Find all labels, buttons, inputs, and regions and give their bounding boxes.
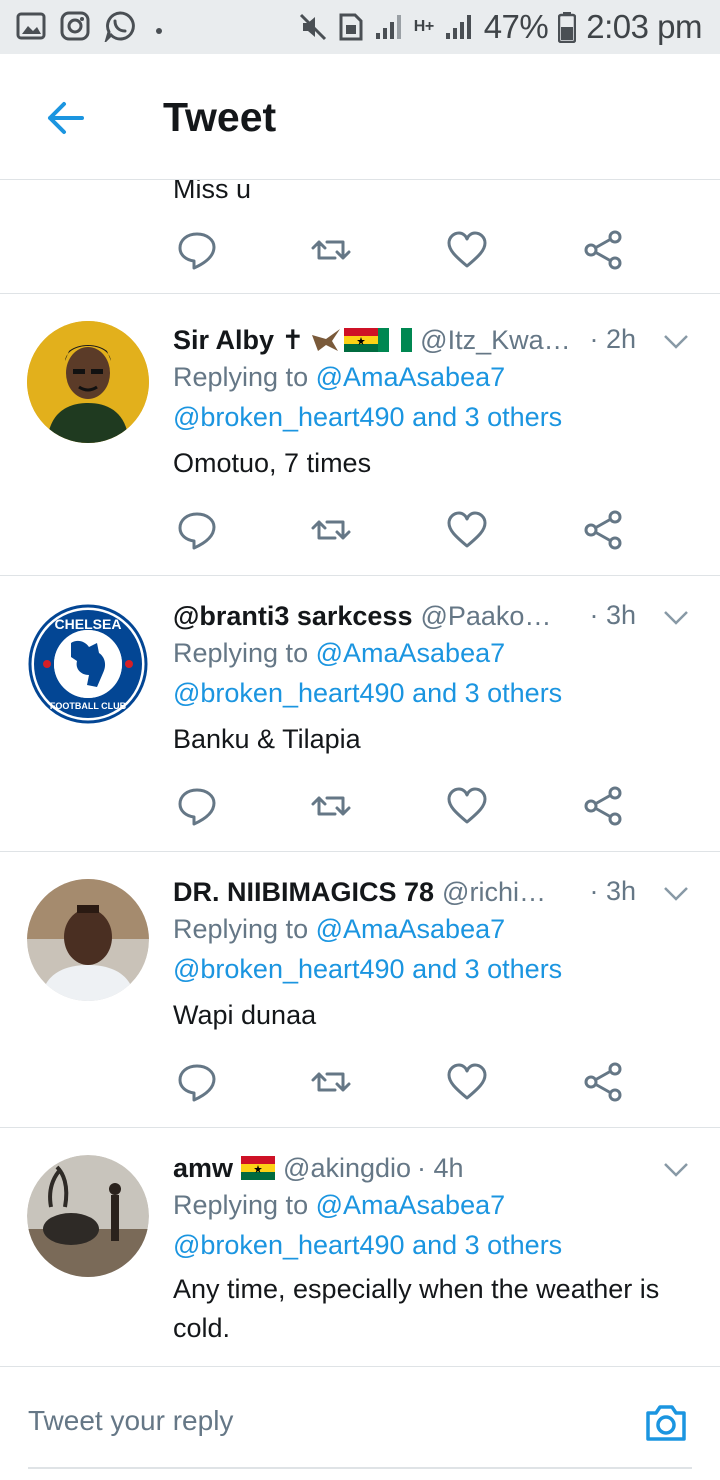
nigeria-flag-icon bbox=[378, 328, 413, 352]
tweet-text: Omotuo, 7 times bbox=[173, 448, 372, 478]
action-bar bbox=[173, 1060, 633, 1104]
tweet-time: · 2h bbox=[589, 324, 636, 354]
display-name[interactable]: @branti3 sarkcess bbox=[173, 601, 412, 632]
tweet-time: · 3h bbox=[589, 600, 636, 630]
share-icon[interactable] bbox=[581, 784, 625, 828]
like-icon[interactable] bbox=[445, 228, 489, 272]
sim-icon bbox=[339, 13, 363, 41]
tweet-header: amw @akingdio · 4h bbox=[173, 1150, 660, 1186]
back-arrow-icon[interactable] bbox=[38, 94, 86, 142]
avatar[interactable]: CHELSEA FOOTBALL CLUB bbox=[27, 603, 149, 725]
clock: 2:03 pm bbox=[586, 8, 702, 45]
mention-link[interactable]: @broken_heart490 and 3 others bbox=[173, 954, 562, 985]
signal-icon bbox=[375, 15, 401, 39]
svg-text:FOOTBALL CLUB: FOOTBALL CLUB bbox=[50, 701, 127, 711]
mute-icon bbox=[299, 13, 326, 41]
replying-to: Replying to @AmaAsabea7 bbox=[173, 638, 506, 668]
reply-icon[interactable] bbox=[175, 228, 219, 272]
caret-down-icon[interactable] bbox=[662, 884, 690, 904]
tweet-text: Wapi dunaa bbox=[173, 1000, 317, 1030]
input-underline bbox=[28, 1467, 692, 1469]
battery-percent: 47% bbox=[483, 8, 549, 45]
whatsapp-icon bbox=[104, 11, 135, 42]
tweet-item[interactable]: DR. NIIBIMAGICS 78 @richi… · 3h Replying… bbox=[0, 852, 720, 1128]
tweet-item[interactable]: Sir Alby ✝ @Itz_Kwa… · 2h Replying to @A… bbox=[0, 294, 720, 576]
mention-link[interactable]: @broken_heart490 and 3 others bbox=[173, 678, 562, 709]
mention-link[interactable]: @AmaAsabea7 bbox=[316, 1190, 506, 1220]
mention-link[interactable]: @AmaAsabea7 bbox=[316, 362, 506, 392]
ghana-flag-icon bbox=[344, 328, 379, 352]
replying-to: Replying to @AmaAsabea7 bbox=[173, 362, 506, 392]
replying-to: Replying to @AmaAsabea7 bbox=[173, 914, 506, 944]
action-bar bbox=[173, 784, 633, 828]
like-icon[interactable] bbox=[445, 508, 489, 552]
tweet-header: @branti3 sarkcess @Paako… bbox=[173, 598, 570, 634]
tweet-item[interactable]: amw @akingdio · 4h Replying to @AmaAsabe… bbox=[0, 1128, 720, 1366]
user-handle[interactable]: @Itz_Kwa… bbox=[420, 325, 570, 356]
display-name[interactable]: amw bbox=[173, 1153, 233, 1184]
avatar[interactable] bbox=[27, 1155, 149, 1277]
retweet-icon[interactable] bbox=[309, 228, 353, 272]
tweet-header: DR. NIIBIMAGICS 78 @richi… bbox=[173, 874, 570, 910]
eagle-emoji-icon bbox=[312, 329, 341, 351]
battery-icon bbox=[558, 12, 577, 43]
signal-icon-2 bbox=[445, 15, 471, 39]
avatar[interactable] bbox=[27, 321, 149, 443]
reply-icon[interactable] bbox=[175, 784, 219, 828]
share-icon[interactable] bbox=[581, 228, 625, 272]
reply-icon[interactable] bbox=[175, 1060, 219, 1104]
reply-icon[interactable] bbox=[175, 508, 219, 552]
retweet-icon[interactable] bbox=[309, 508, 353, 552]
caret-down-icon[interactable] bbox=[662, 1160, 690, 1180]
mention-link[interactable]: @AmaAsabea7 bbox=[316, 638, 506, 668]
retweet-icon[interactable] bbox=[309, 1060, 353, 1104]
top-bar: Tweet bbox=[0, 54, 720, 180]
tweet-item[interactable]: CHELSEA FOOTBALL CLUB @branti3 sarkcess @… bbox=[0, 576, 720, 852]
action-bar bbox=[173, 508, 633, 552]
partial-tweet[interactable]: Miss u bbox=[0, 180, 720, 294]
mention-link[interactable]: @broken_heart490 and 3 others bbox=[173, 1230, 562, 1261]
reply-feed: Miss u Sir Alby ✝ @Itz_Kwa… · 2h Replyin… bbox=[0, 180, 720, 1366]
like-icon[interactable] bbox=[445, 1060, 489, 1104]
display-name[interactable]: Sir Alby ✝ bbox=[173, 325, 304, 356]
avatar[interactable] bbox=[27, 879, 149, 1001]
ghana-flag-icon bbox=[241, 1156, 276, 1180]
share-icon[interactable] bbox=[581, 508, 625, 552]
status-bar: H+ 47% 2:03 pm bbox=[0, 0, 720, 54]
like-icon[interactable] bbox=[445, 784, 489, 828]
instagram-icon bbox=[60, 11, 90, 41]
mention-link[interactable]: @broken_heart490 and 3 others bbox=[173, 402, 562, 433]
share-icon[interactable] bbox=[581, 1060, 625, 1104]
tweet-text: Banku & Tilapia bbox=[173, 724, 361, 754]
tweet-time: · 3h bbox=[589, 876, 636, 906]
svg-text:CHELSEA: CHELSEA bbox=[55, 616, 122, 632]
tweet-text: Any time, especially when the weather is… bbox=[173, 1274, 660, 1343]
notification-dot bbox=[156, 28, 162, 34]
network-type: H+ bbox=[413, 18, 434, 35]
tweet-header: Sir Alby ✝ @Itz_Kwa… bbox=[173, 322, 660, 358]
caret-down-icon[interactable] bbox=[662, 332, 690, 352]
tweet-time: · 4h bbox=[417, 1152, 464, 1183]
reply-bar: Tweet your reply bbox=[0, 1366, 720, 1480]
replying-to: Replying to @AmaAsabea7 bbox=[173, 1190, 506, 1220]
display-name[interactable]: DR. NIIBIMAGICS 78 bbox=[173, 877, 434, 908]
mention-link[interactable]: @AmaAsabea7 bbox=[316, 914, 506, 944]
reply-input[interactable]: Tweet your reply bbox=[28, 1405, 233, 1437]
tweet-text: Miss u bbox=[173, 180, 252, 204]
gallery-icon bbox=[16, 12, 46, 40]
page-title: Tweet bbox=[163, 94, 277, 140]
camera-icon[interactable] bbox=[642, 1399, 690, 1447]
user-handle[interactable]: @richi… bbox=[442, 877, 546, 908]
retweet-icon[interactable] bbox=[309, 784, 353, 828]
user-handle[interactable]: @Paako… bbox=[420, 601, 551, 632]
caret-down-icon[interactable] bbox=[662, 608, 690, 628]
action-bar bbox=[173, 228, 633, 272]
user-handle[interactable]: @akingdio bbox=[283, 1153, 411, 1184]
